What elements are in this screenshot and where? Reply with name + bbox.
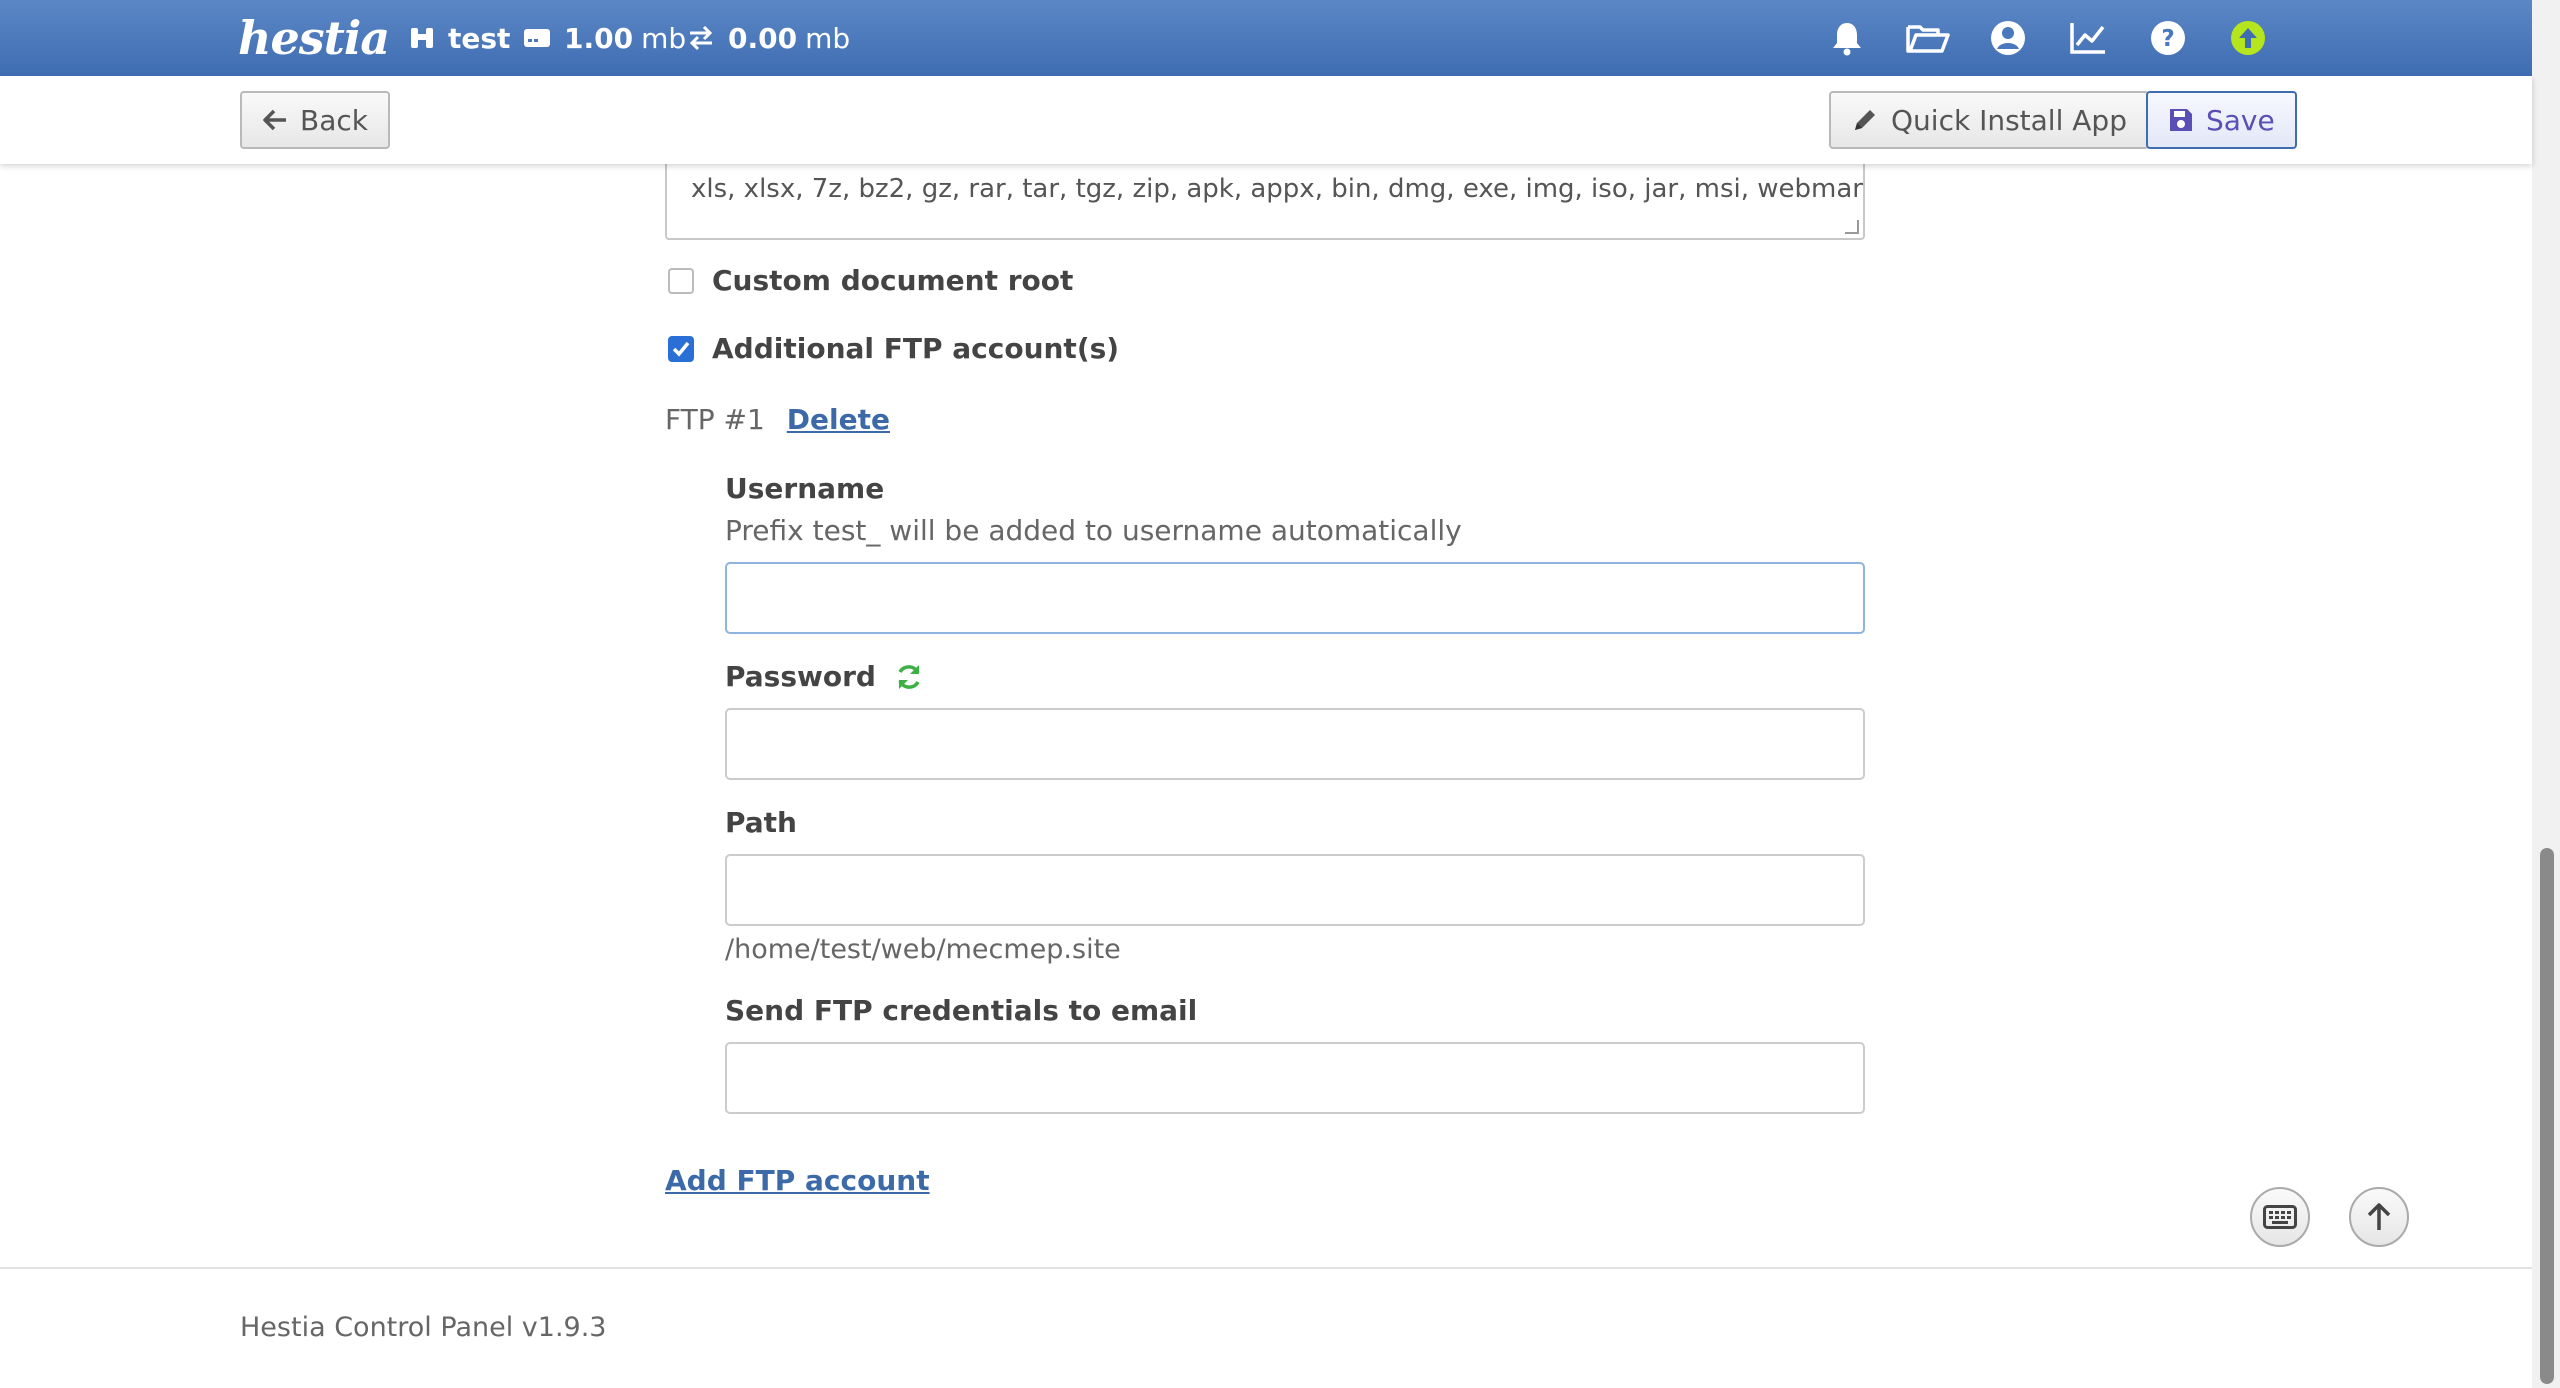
floppy-disk-icon: [2170, 109, 2192, 131]
user-circle-icon[interactable]: [1987, 17, 2029, 59]
ftp-username-label: Username: [725, 472, 885, 505]
footer-divider: [0, 1267, 2532, 1269]
save-button-label: Save: [2206, 103, 2275, 137]
top-navbar: hestia test 1.00 mb 0.00 mb ?: [0, 0, 2532, 76]
bandwidth-stat: 0.00 mb: [686, 18, 850, 58]
quick-install-app-button[interactable]: Quick Install App: [1829, 91, 2149, 149]
bandwidth-value: 0.00: [728, 21, 798, 55]
ftp-username-input[interactable]: [725, 562, 1865, 634]
user-stat[interactable]: test: [408, 18, 510, 58]
binoculars-icon: [411, 28, 433, 48]
refresh-password-icon[interactable]: [894, 662, 924, 692]
ftp-account-number: FTP #1: [665, 403, 765, 436]
bandwidth-unit: mb: [805, 21, 851, 55]
footer-version: Hestia Control Panel v1.9.3: [240, 1312, 607, 1343]
action-toolbar: Back Quick Install App Save: [0, 76, 2532, 164]
quick-install-app-label: Quick Install App: [1891, 103, 2127, 137]
bell-icon[interactable]: [1826, 17, 1868, 59]
ftp-path-input[interactable]: [725, 854, 1865, 926]
custom-document-root-checkbox[interactable]: [668, 267, 694, 294]
arrow-up-circle-icon[interactable]: [2227, 17, 2269, 59]
username-label: test: [448, 21, 511, 55]
scroll-to-top-button[interactable]: [2349, 1187, 2409, 1247]
ftp-path-label: Path: [725, 806, 797, 839]
question-circle-icon[interactable]: ?: [2147, 17, 2189, 59]
hard-drive-icon: [524, 29, 550, 47]
exchange-arrows-icon: [689, 25, 713, 51]
disk-usage-value: 1.00: [564, 21, 634, 55]
ftp-password-input[interactable]: [725, 708, 1865, 780]
page-scrollbar-thumb[interactable]: [2540, 848, 2554, 1384]
svg-text:?: ?: [2161, 26, 2174, 52]
ftp-password-label-row: Password: [725, 660, 924, 693]
back-button[interactable]: Back: [240, 91, 390, 149]
extensions-text-line: xls, xlsx, 7z, bz2, gz, rar, tar, tgz, z…: [691, 174, 1865, 204]
save-button[interactable]: Save: [2146, 91, 2297, 149]
arrow-up-icon: [2367, 1203, 2391, 1230]
resize-grip-icon[interactable]: [1845, 220, 1859, 234]
keyboard-shortcuts-button[interactable]: [2250, 1187, 2310, 1247]
ftp-password-label: Password: [725, 660, 876, 693]
ftp-path-hint: /home/test/web/mecmep.site: [725, 934, 1121, 965]
custom-document-root-label[interactable]: Custom document root: [712, 264, 1073, 297]
disk-usage-unit: mb: [641, 21, 687, 55]
checkmark-icon: [672, 341, 690, 357]
keyboard-icon: [2263, 1205, 2297, 1229]
chart-line-icon[interactable]: [2067, 17, 2109, 59]
ftp-email-label: Send FTP credentials to email: [725, 994, 1198, 1027]
ftp-account-header: FTP #1 Delete: [665, 403, 890, 436]
disk-usage-stat: 1.00 mb: [522, 18, 686, 58]
back-button-label: Back: [300, 103, 368, 137]
arrow-left-icon: [263, 109, 286, 131]
pencil-icon: [1855, 110, 1875, 130]
additional-ftp-row: Additional FTP account(s): [668, 332, 1119, 365]
custom-document-root-row: Custom document root: [668, 264, 1073, 297]
ftp-username-hint: Prefix test_ will be added to username a…: [725, 514, 1462, 547]
additional-ftp-checkbox[interactable]: [668, 335, 694, 362]
folder-open-icon[interactable]: [1904, 17, 1952, 59]
add-ftp-account-link[interactable]: Add FTP account: [665, 1164, 930, 1197]
ftp-delete-link[interactable]: Delete: [787, 403, 890, 436]
ftp-email-input[interactable]: [725, 1042, 1865, 1114]
hestia-logo[interactable]: hestia: [238, 4, 390, 72]
additional-ftp-label[interactable]: Additional FTP account(s): [712, 332, 1119, 365]
